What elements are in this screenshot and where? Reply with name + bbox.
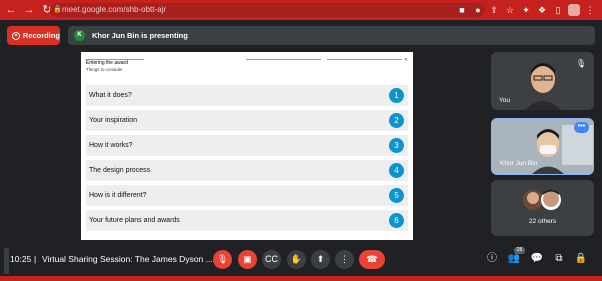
slide-item-label: Your future plans and awards	[89, 217, 180, 224]
more-options-button[interactable]: ⋮	[335, 250, 354, 269]
meeting-title: Virtual Sharing Session: The James Dyson…	[42, 254, 213, 264]
puzzle-icon[interactable]: ❖	[536, 3, 548, 17]
slide-item-number: 2	[389, 113, 404, 128]
presenter-avatar: K	[74, 30, 85, 41]
back-arrow-icon[interactable]: ←	[4, 3, 18, 17]
presenting-banner: K Khor Jun Bin is presenting	[68, 26, 595, 45]
slide-item-number: 5	[389, 188, 404, 203]
more-options-icon[interactable]: •••	[574, 122, 589, 133]
slide-item: How it works? 3	[86, 135, 408, 156]
recording-button[interactable]: Recording	[7, 26, 60, 45]
close-icon: ✕	[403, 57, 408, 63]
people-count-badge: 28	[514, 247, 525, 254]
meeting-time: 10:25	[10, 254, 32, 264]
lock-icon: 🔒	[53, 6, 62, 13]
others-count-label: 22 others	[529, 218, 557, 225]
chat-icon[interactable]: 💬	[530, 252, 544, 266]
mic-off-icon: 🎙	[575, 59, 586, 68]
slide-subtitle: Things to consider	[86, 67, 123, 72]
forward-arrow-icon[interactable]: →	[22, 3, 36, 17]
slide-item-number: 6	[389, 213, 404, 228]
extension-icon[interactable]: ✦	[520, 3, 532, 17]
recording-label: Recording	[22, 31, 60, 40]
participant-tile-others[interactable]: 22 others	[491, 180, 594, 236]
browser-toolbar: ← → ↻ 🔒 meet.google.com/shb-obtt-ajr ■ ●…	[0, 0, 602, 20]
others-avatars	[523, 189, 561, 210]
slide-item: Your future plans and awards 6	[86, 210, 408, 231]
url-text: meet.google.com/shb-obtt-ajr	[62, 5, 167, 14]
people-icon[interactable]: 👥	[507, 252, 521, 266]
camera-icon[interactable]: ■	[456, 3, 468, 17]
slide-header-rule	[327, 59, 402, 60]
address-bar[interactable]: 🔒 meet.google.com/shb-obtt-ajr	[50, 3, 485, 17]
slide-item: Your inspiration 2	[86, 110, 408, 131]
slide-item-label: How it works?	[89, 142, 133, 149]
slide-item-number: 1	[389, 88, 404, 103]
bookmark-star-icon[interactable]: ☆	[504, 3, 516, 17]
mic-icon[interactable]: ●	[472, 3, 484, 17]
captions-button[interactable]: CC	[262, 250, 281, 269]
leave-call-button[interactable]: ☎	[359, 250, 385, 269]
slide-item: How is it different? 5	[86, 185, 408, 206]
slide-item-number: 4	[389, 163, 404, 178]
shared-screen-slide: ✕ Entering the award Things to consider …	[81, 52, 413, 240]
participant-name-presenter: Khor Jun Bin	[500, 160, 538, 167]
sidebar-icon[interactable]: ▯	[552, 3, 564, 17]
profile-avatar[interactable]	[568, 4, 580, 16]
camera-off-button[interactable]: ▣	[238, 250, 257, 269]
presenting-text: Khor Jun Bin is presenting	[92, 31, 188, 40]
slide-item-label: Your inspiration	[89, 117, 137, 124]
host-controls-icon[interactable]: 🔒	[574, 252, 588, 266]
mic-off-button[interactable]: 🎙	[213, 250, 232, 269]
slide-item-label: The design process	[89, 167, 151, 174]
participant-tile-you[interactable]: 🎙 You	[491, 52, 594, 110]
present-screen-button[interactable]: ⬆	[311, 250, 330, 269]
meeting-info-icon[interactable]: ⓘ	[485, 252, 499, 266]
slide-item: What it does? 1	[86, 85, 408, 106]
slide-item-label: How is it different?	[89, 192, 147, 199]
left-panel-handle[interactable]	[4, 248, 9, 274]
browser-actions: ■ ● ⇪ ☆ ✦ ❖ ▯ ⋮	[456, 3, 596, 17]
slide-item-number: 3	[389, 138, 404, 153]
menu-kebab-icon[interactable]: ⋮	[584, 3, 596, 17]
participant-name-you: You	[499, 97, 510, 104]
record-icon	[12, 31, 20, 40]
share-icon[interactable]: ⇪	[488, 3, 500, 17]
slide-header-rule	[246, 59, 321, 60]
bottom-accent-strip	[0, 276, 602, 281]
raise-hand-button[interactable]: ✋	[287, 250, 306, 269]
slide-title: Entering the award	[86, 60, 128, 66]
participant-tile-presenter[interactable]: ••• Khor Jun Bin	[491, 118, 594, 175]
activities-icon[interactable]: ⧉	[552, 252, 566, 266]
meeting-separator: |	[34, 254, 37, 264]
slide-item: The design process 4	[86, 160, 408, 181]
slide-item-label: What it does?	[89, 92, 132, 99]
